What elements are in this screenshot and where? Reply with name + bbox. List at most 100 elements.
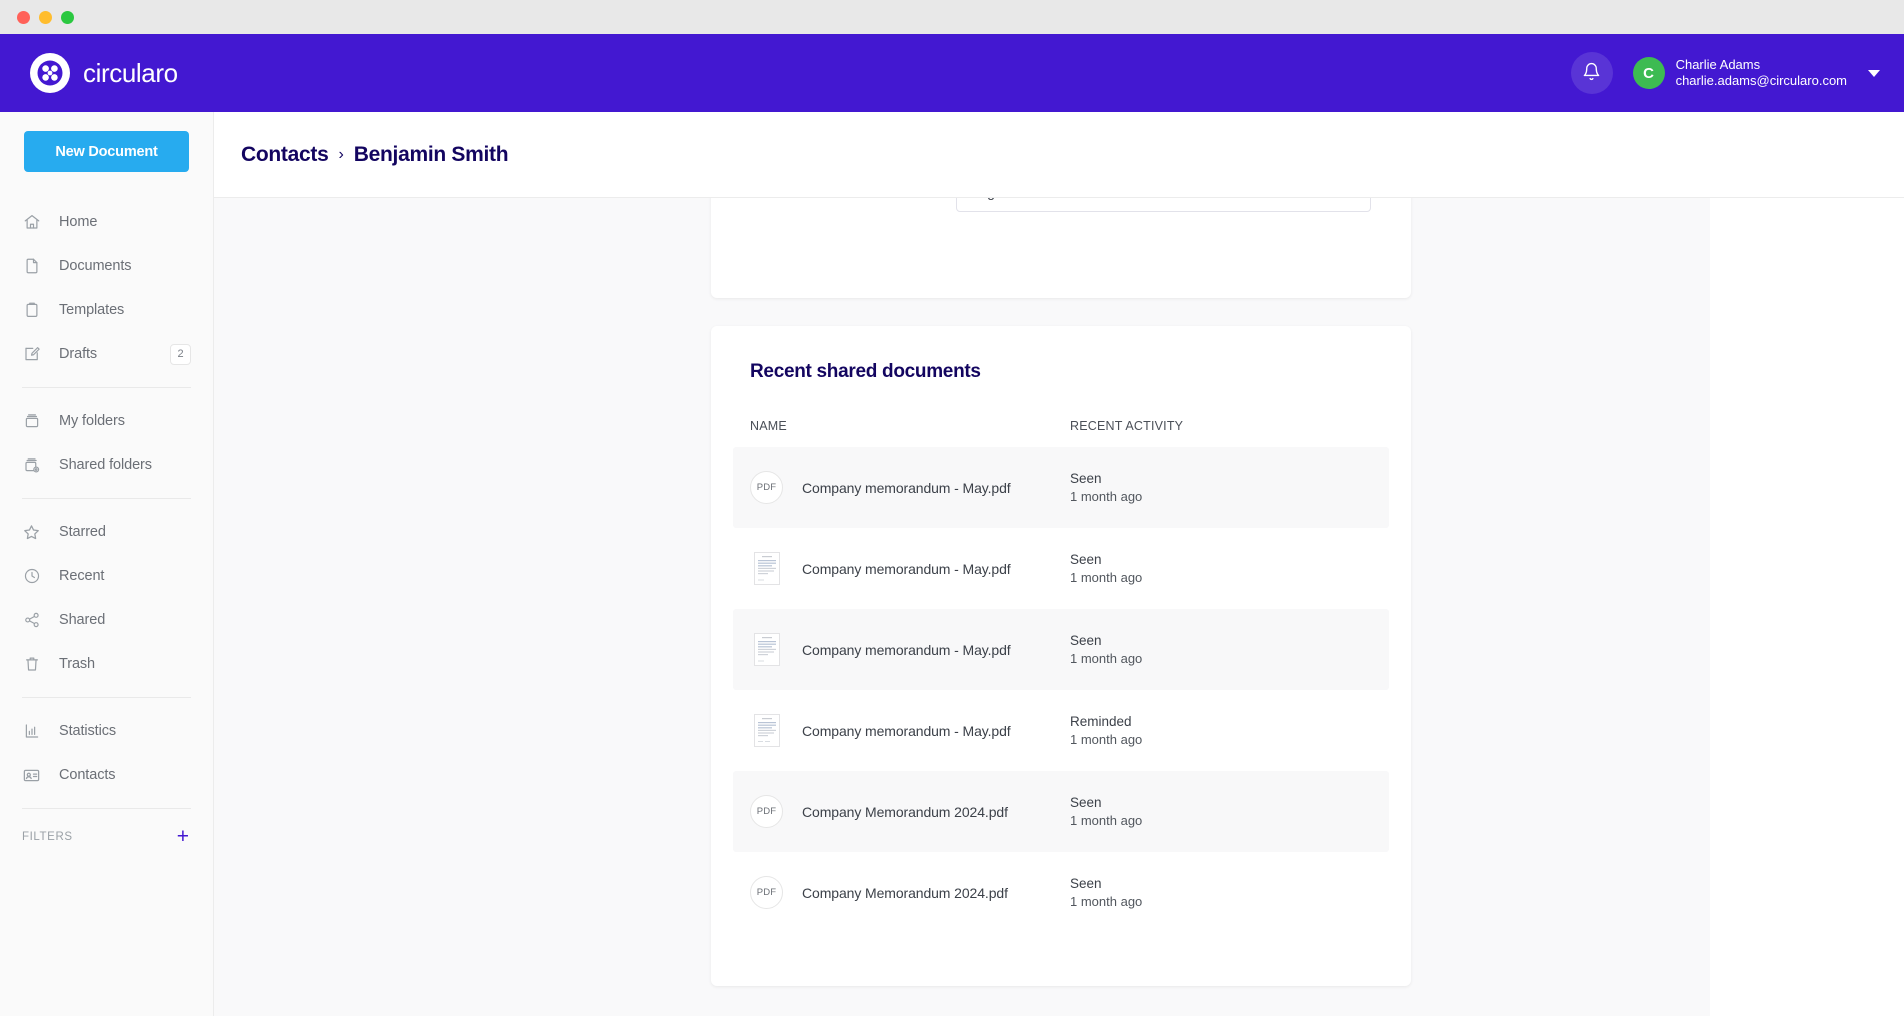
sidebar-divider — [22, 808, 191, 809]
sidebar-item-recent[interactable]: Recent — [0, 554, 213, 598]
folder-icon — [22, 412, 41, 431]
clock-icon — [22, 567, 41, 586]
cell-name: Company memorandum - May.pdf — [750, 714, 1070, 747]
sidebar-item-drafts[interactable]: Drafts 2 — [0, 332, 213, 376]
cell-recent-activity: Seen 1 month ago — [1070, 552, 1372, 585]
table-row[interactable]: Company memorandum - May.pdf Seen 1 mont… — [733, 609, 1389, 690]
edit-square-icon — [22, 345, 41, 364]
maximize-window-button[interactable] — [61, 11, 74, 24]
chevron-down-icon[interactable] — [1868, 70, 1880, 77]
sidebar-item-templates[interactable]: Templates — [0, 288, 213, 332]
new-document-button[interactable]: New Document — [24, 131, 189, 172]
cell-name: Company memorandum - May.pdf — [750, 552, 1070, 585]
file-name: Company Memorandum 2024.pdf — [802, 804, 1008, 820]
sidebar-item-shared[interactable]: Shared — [0, 598, 213, 642]
sidebar-group-tools: Statistics Contacts — [0, 709, 213, 797]
sidebar-item-contacts[interactable]: Contacts — [0, 753, 213, 797]
sidebar-item-statistics[interactable]: Statistics — [0, 709, 213, 753]
pdf-badge-icon: PDF — [750, 876, 783, 909]
sidebar-item-documents[interactable]: Documents — [0, 244, 213, 288]
cell-recent-activity: Seen 1 month ago — [1070, 795, 1372, 828]
trash-icon — [22, 655, 41, 674]
brand-name: circularo — [83, 58, 178, 89]
sidebar-group-folders: My folders Shared folders — [0, 399, 213, 487]
activity-time: 1 month ago — [1070, 813, 1372, 828]
filters-label: FILTERS — [22, 831, 73, 843]
sidebar-item-my-folders[interactable]: My folders — [0, 399, 213, 443]
close-window-button[interactable] — [17, 11, 30, 24]
filters-section: FILTERS + — [0, 820, 213, 847]
sidebar: New Document Home Documents — [0, 112, 214, 1016]
circularo-logo-icon — [30, 53, 70, 93]
recent-shared-documents-table: NAME RECENT ACTIVITY PDF Company memoran… — [711, 419, 1411, 933]
sidebar-item-label: Templates — [59, 302, 124, 318]
cell-name: PDF Company Memorandum 2024.pdf — [750, 795, 1070, 828]
language-select[interactable]: English — [956, 198, 1371, 212]
activity-time: 1 month ago — [1070, 489, 1372, 504]
file-name: Company Memorandum 2024.pdf — [802, 885, 1008, 901]
activity-time: 1 month ago — [1070, 570, 1372, 585]
notifications-button[interactable] — [1571, 52, 1613, 94]
sidebar-divider — [22, 387, 191, 388]
sidebar-item-trash[interactable]: Trash — [0, 642, 213, 686]
chevron-right-icon: › — [338, 146, 343, 164]
brand-logo[interactable]: circularo — [30, 53, 178, 93]
sidebar-item-label: Documents — [59, 258, 131, 274]
cell-recent-activity: Seen 1 month ago — [1070, 876, 1372, 909]
cell-recent-activity: Reminded 1 month ago — [1070, 714, 1372, 747]
user-name: Charlie Adams — [1676, 57, 1847, 73]
table-row[interactable]: PDF Company Memorandum 2024.pdf Seen 1 m… — [733, 771, 1389, 852]
file-name: Company memorandum - May.pdf — [802, 642, 1011, 658]
cell-name: PDF Company memorandum - May.pdf — [750, 471, 1070, 504]
cell-recent-activity: Seen 1 month ago — [1070, 471, 1372, 504]
user-email: charlie.adams@circularo.com — [1676, 73, 1847, 89]
sidebar-item-home[interactable]: Home — [0, 200, 213, 244]
recent-shared-documents-title: Recent shared documents — [711, 326, 1411, 383]
content-scroll-area[interactable]: Language English Recent shared documents… — [214, 198, 1904, 1016]
user-identity: Charlie Adams charlie.adams@circularo.co… — [1676, 57, 1847, 90]
document-thumbnail-icon — [750, 714, 783, 747]
pdf-badge-icon: PDF — [750, 471, 783, 504]
home-icon — [22, 213, 41, 232]
breadcrumb-parent[interactable]: Contacts — [241, 143, 328, 167]
pdf-badge-label: PDF — [750, 471, 783, 504]
table-row[interactable]: PDF Company Memorandum 2024.pdf Seen 1 m… — [733, 852, 1389, 933]
activity-status: Seen — [1070, 795, 1372, 810]
table-row[interactable]: Company memorandum - May.pdf Reminded 1 … — [733, 690, 1389, 771]
table-header-row: NAME RECENT ACTIVITY — [733, 419, 1389, 447]
minimize-window-button[interactable] — [39, 11, 52, 24]
file-name: Company memorandum - May.pdf — [802, 480, 1011, 496]
file-name: Company memorandum - May.pdf — [802, 723, 1011, 739]
contact-card-icon — [22, 766, 41, 785]
sidebar-item-label: Shared folders — [59, 457, 152, 473]
table-row[interactable]: Company memorandum - May.pdf Seen 1 mont… — [733, 528, 1389, 609]
sidebar-item-label: Home — [59, 214, 97, 230]
content-canvas: Language English Recent shared documents… — [214, 198, 1710, 1016]
language-select-value: English — [970, 198, 1016, 200]
profile-settings-card: Language English — [711, 198, 1411, 298]
activity-time: 1 month ago — [1070, 651, 1372, 666]
bell-icon — [1582, 62, 1601, 84]
shared-folder-icon — [22, 456, 41, 475]
user-menu[interactable]: C Charlie Adams charlie.adams@circularo.… — [1633, 57, 1880, 90]
sidebar-item-label: Recent — [59, 568, 104, 584]
sidebar-item-label: Trash — [59, 656, 95, 672]
pdf-badge-label: PDF — [750, 795, 783, 828]
activity-status: Seen — [1070, 633, 1372, 648]
sidebar-item-label: Drafts — [59, 346, 97, 362]
activity-time: 1 month ago — [1070, 894, 1372, 909]
window-traffic-lights — [17, 11, 74, 24]
sidebar-item-label: Shared — [59, 612, 105, 628]
sidebar-item-starred[interactable]: Starred — [0, 510, 213, 554]
sidebar-group-views: Starred Recent Shared — [0, 510, 213, 686]
sidebar-divider — [22, 498, 191, 499]
window-titlebar — [0, 0, 1904, 34]
sidebar-item-label: My folders — [59, 413, 125, 429]
sidebar-item-label: Starred — [59, 524, 106, 540]
plus-icon[interactable]: + — [177, 826, 189, 847]
document-icon — [22, 257, 41, 276]
table-row[interactable]: PDF Company memorandum - May.pdf Seen 1 … — [733, 447, 1389, 528]
sidebar-item-shared-folders[interactable]: Shared folders — [0, 443, 213, 487]
document-thumbnail-icon — [750, 633, 783, 666]
star-icon — [22, 523, 41, 542]
